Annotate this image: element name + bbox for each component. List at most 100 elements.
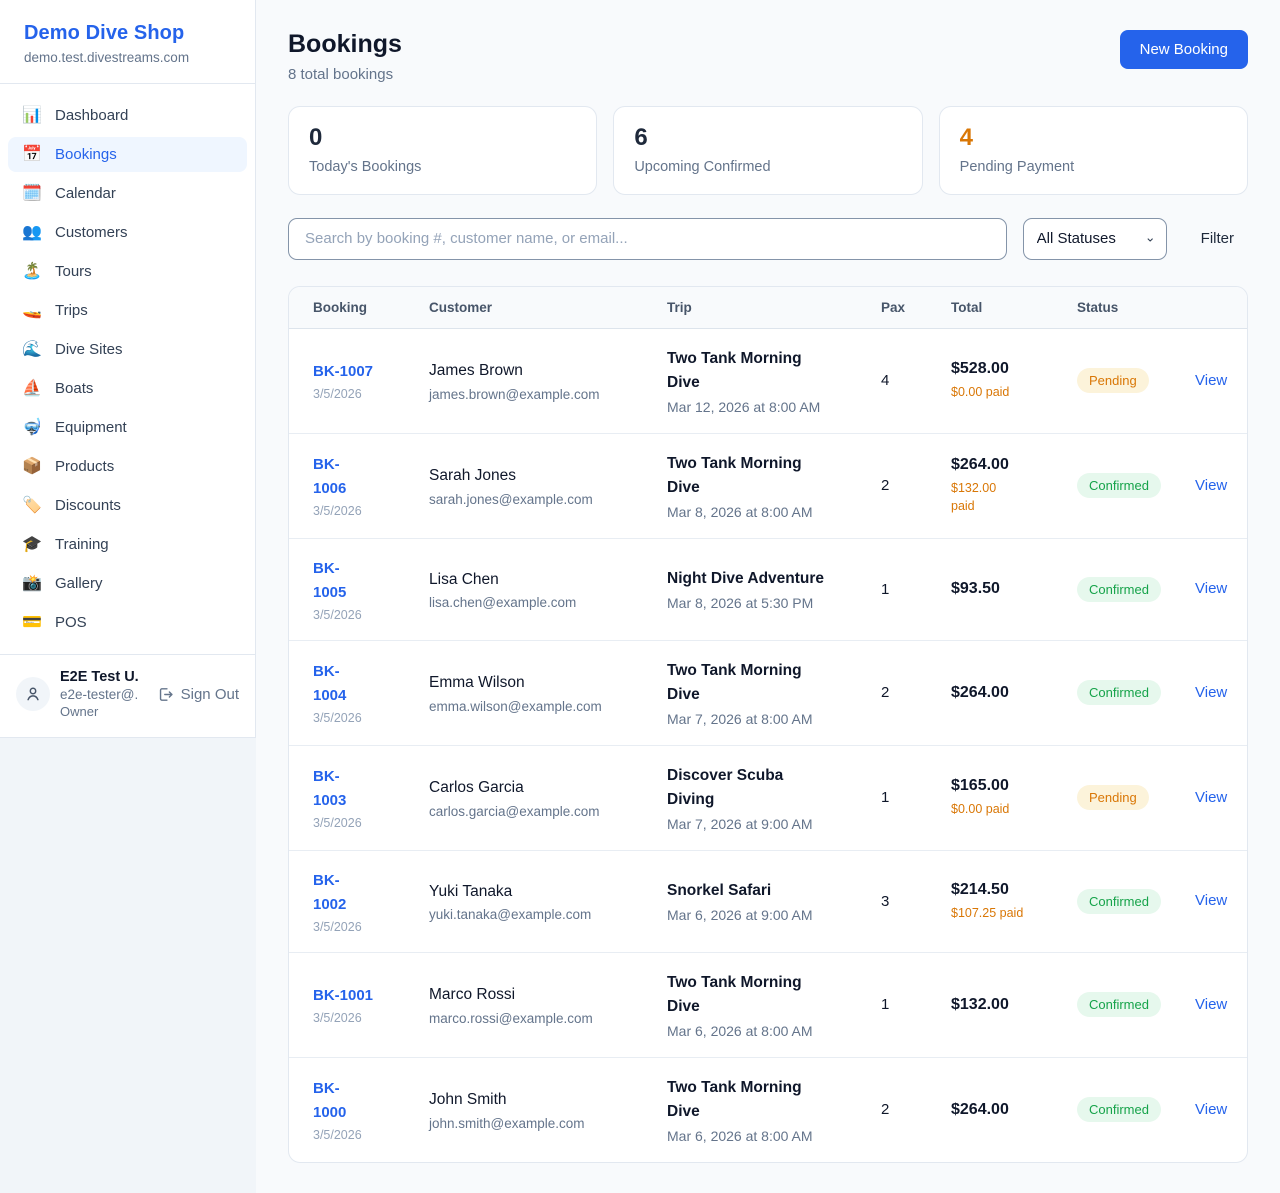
trip-datetime: Mar 12, 2026 at 8:00 AM [667, 399, 849, 415]
sidebar-item[interactable]: 📊 Dashboard [8, 98, 247, 133]
customer-email: james.brown@example.com [429, 387, 635, 402]
status-badge: Confirmed [1077, 473, 1161, 498]
total-amount: $132.00 [951, 996, 1045, 1014]
sidebar-item[interactable]: 👥 Customers [8, 215, 247, 250]
status-select[interactable]: All Statuses [1023, 218, 1167, 260]
total-cell: $165.00 $0.00 paid [935, 745, 1061, 850]
booking-cell: BK- 1002 3/5/2026 [289, 850, 413, 952]
customer-name: Emma Wilson [429, 672, 635, 694]
stat-label: Today's Bookings [309, 159, 576, 175]
view-link[interactable]: View [1195, 892, 1227, 909]
search-input[interactable] [288, 218, 1007, 260]
booking-date: 3/5/2026 [313, 1128, 397, 1142]
sidebar-item[interactable]: 🏝️ Tours [8, 254, 247, 289]
status-cell: Confirmed [1061, 1057, 1179, 1162]
booking-id-link[interactable]: BK- 1004 [313, 660, 397, 708]
customer-email: carlos.garcia@example.com [429, 804, 635, 819]
table-row: BK-1001 3/5/2026 Marco Rossi marco.rossi… [289, 952, 1247, 1057]
nav-item-icon: 📅 [22, 147, 42, 163]
total-cell: $132.00 [935, 952, 1061, 1057]
pax-value: 2 [881, 684, 919, 701]
trip-cell: Snorkel Safari Mar 6, 2026 at 9:00 AM [651, 850, 865, 952]
customer-cell: Carlos Garcia carlos.garcia@example.com [413, 745, 651, 850]
sidebar-item[interactable]: 📦 Products [8, 449, 247, 484]
pax-cell: 3 [865, 850, 935, 952]
view-link[interactable]: View [1195, 1101, 1227, 1118]
trip-cell: Discover Scuba Diving Mar 7, 2026 at 9:0… [651, 745, 865, 850]
total-amount: $93.50 [951, 580, 1045, 598]
total-amount: $528.00 [951, 360, 1045, 378]
nav-item-icon: 🎓 [22, 537, 42, 553]
customer-name: Lisa Chen [429, 569, 635, 591]
booking-id-link[interactable]: BK- 1002 [313, 869, 397, 917]
booking-id-link[interactable]: BK-1007 [313, 360, 397, 384]
customer-name: Marco Rossi [429, 984, 635, 1006]
booking-id-link[interactable]: BK- 1000 [313, 1077, 397, 1125]
booking-date: 3/5/2026 [313, 608, 397, 622]
col-header-booking: Booking [289, 287, 413, 329]
status-cell: Pending [1061, 745, 1179, 850]
sign-out-button[interactable]: Sign Out [157, 686, 239, 703]
booking-date: 3/5/2026 [313, 920, 397, 934]
main-content: Bookings 8 total bookings New Booking 0 … [256, 0, 1280, 1193]
trip-cell: Two Tank Morning Dive Mar 7, 2026 at 8:0… [651, 640, 865, 745]
customer-name: John Smith [429, 1089, 635, 1111]
sidebar-item[interactable]: 💳 POS [8, 605, 247, 640]
booking-id-link[interactable]: BK- 1003 [313, 765, 397, 813]
shop-domain: demo.test.divestreams.com [24, 50, 231, 65]
nav-item-icon: 👥 [22, 225, 42, 241]
view-link[interactable]: View [1195, 372, 1227, 389]
view-link[interactable]: View [1195, 477, 1227, 494]
sidebar-item[interactable]: ⛵ Boats [8, 371, 247, 406]
actions-cell: View [1179, 538, 1247, 640]
booking-id-link[interactable]: BK-1001 [313, 984, 397, 1008]
total-cell: $214.50 $107.25 paid [935, 850, 1061, 952]
actions-cell: View [1179, 745, 1247, 850]
page-title-block: Bookings 8 total bookings [288, 30, 402, 83]
nav-item-label: Calendar [55, 185, 116, 202]
customer-cell: Emma Wilson emma.wilson@example.com [413, 640, 651, 745]
pax-cell: 2 [865, 640, 935, 745]
col-header-customer: Customer [413, 287, 651, 329]
new-booking-button[interactable]: New Booking [1120, 30, 1248, 69]
booking-id-link[interactable]: BK- 1005 [313, 557, 397, 605]
sidebar-item[interactable]: 📅 Bookings [8, 137, 247, 172]
nav-item-icon: ⛵ [22, 381, 42, 397]
actions-cell: View [1179, 1057, 1247, 1162]
customer-name: Sarah Jones [429, 465, 635, 487]
pax-cell: 2 [865, 1057, 935, 1162]
stat-value: 6 [634, 124, 901, 153]
sidebar-item[interactable]: 🚤 Trips [8, 293, 247, 328]
view-link[interactable]: View [1195, 580, 1227, 597]
filter-button[interactable]: Filter [1201, 230, 1234, 247]
stat-card: 6 Upcoming Confirmed [613, 106, 922, 195]
booking-cell: BK- 1000 3/5/2026 [289, 1057, 413, 1162]
customer-email: john.smith@example.com [429, 1116, 635, 1131]
sidebar-item[interactable]: 🏷️ Discounts [8, 488, 247, 523]
status-cell: Confirmed [1061, 640, 1179, 745]
nav-item-label: Gallery [55, 575, 103, 592]
status-cell: Confirmed [1061, 952, 1179, 1057]
customer-cell: John Smith john.smith@example.com [413, 1057, 651, 1162]
booking-id-link[interactable]: BK- 1006 [313, 453, 397, 501]
view-link[interactable]: View [1195, 789, 1227, 806]
sidebar-item[interactable]: 🤿 Equipment [8, 410, 247, 445]
view-link[interactable]: View [1195, 996, 1227, 1013]
customer-name: Yuki Tanaka [429, 881, 635, 903]
sidebar-item[interactable]: 🌊 Dive Sites [8, 332, 247, 367]
sidebar-item[interactable]: 🗓️ Calendar [8, 176, 247, 211]
sidebar-item[interactable]: 🎓 Training [8, 527, 247, 562]
view-link[interactable]: View [1195, 684, 1227, 701]
sidebar-item[interactable]: 📸 Gallery [8, 566, 247, 601]
total-cell: $528.00 $0.00 paid [935, 328, 1061, 433]
paid-amount: $107.25 paid [951, 904, 1045, 922]
trip-datetime: Mar 6, 2026 at 8:00 AM [667, 1128, 849, 1144]
status-cell: Confirmed [1061, 538, 1179, 640]
trip-datetime: Mar 8, 2026 at 5:30 PM [667, 595, 849, 611]
nav-item-label: Bookings [55, 146, 117, 163]
customer-name: Carlos Garcia [429, 777, 635, 799]
page-subtitle: 8 total bookings [288, 66, 402, 83]
stat-value: 0 [309, 124, 576, 153]
customer-email: yuki.tanaka@example.com [429, 907, 635, 922]
trip-cell: Two Tank Morning Dive Mar 12, 2026 at 8:… [651, 328, 865, 433]
